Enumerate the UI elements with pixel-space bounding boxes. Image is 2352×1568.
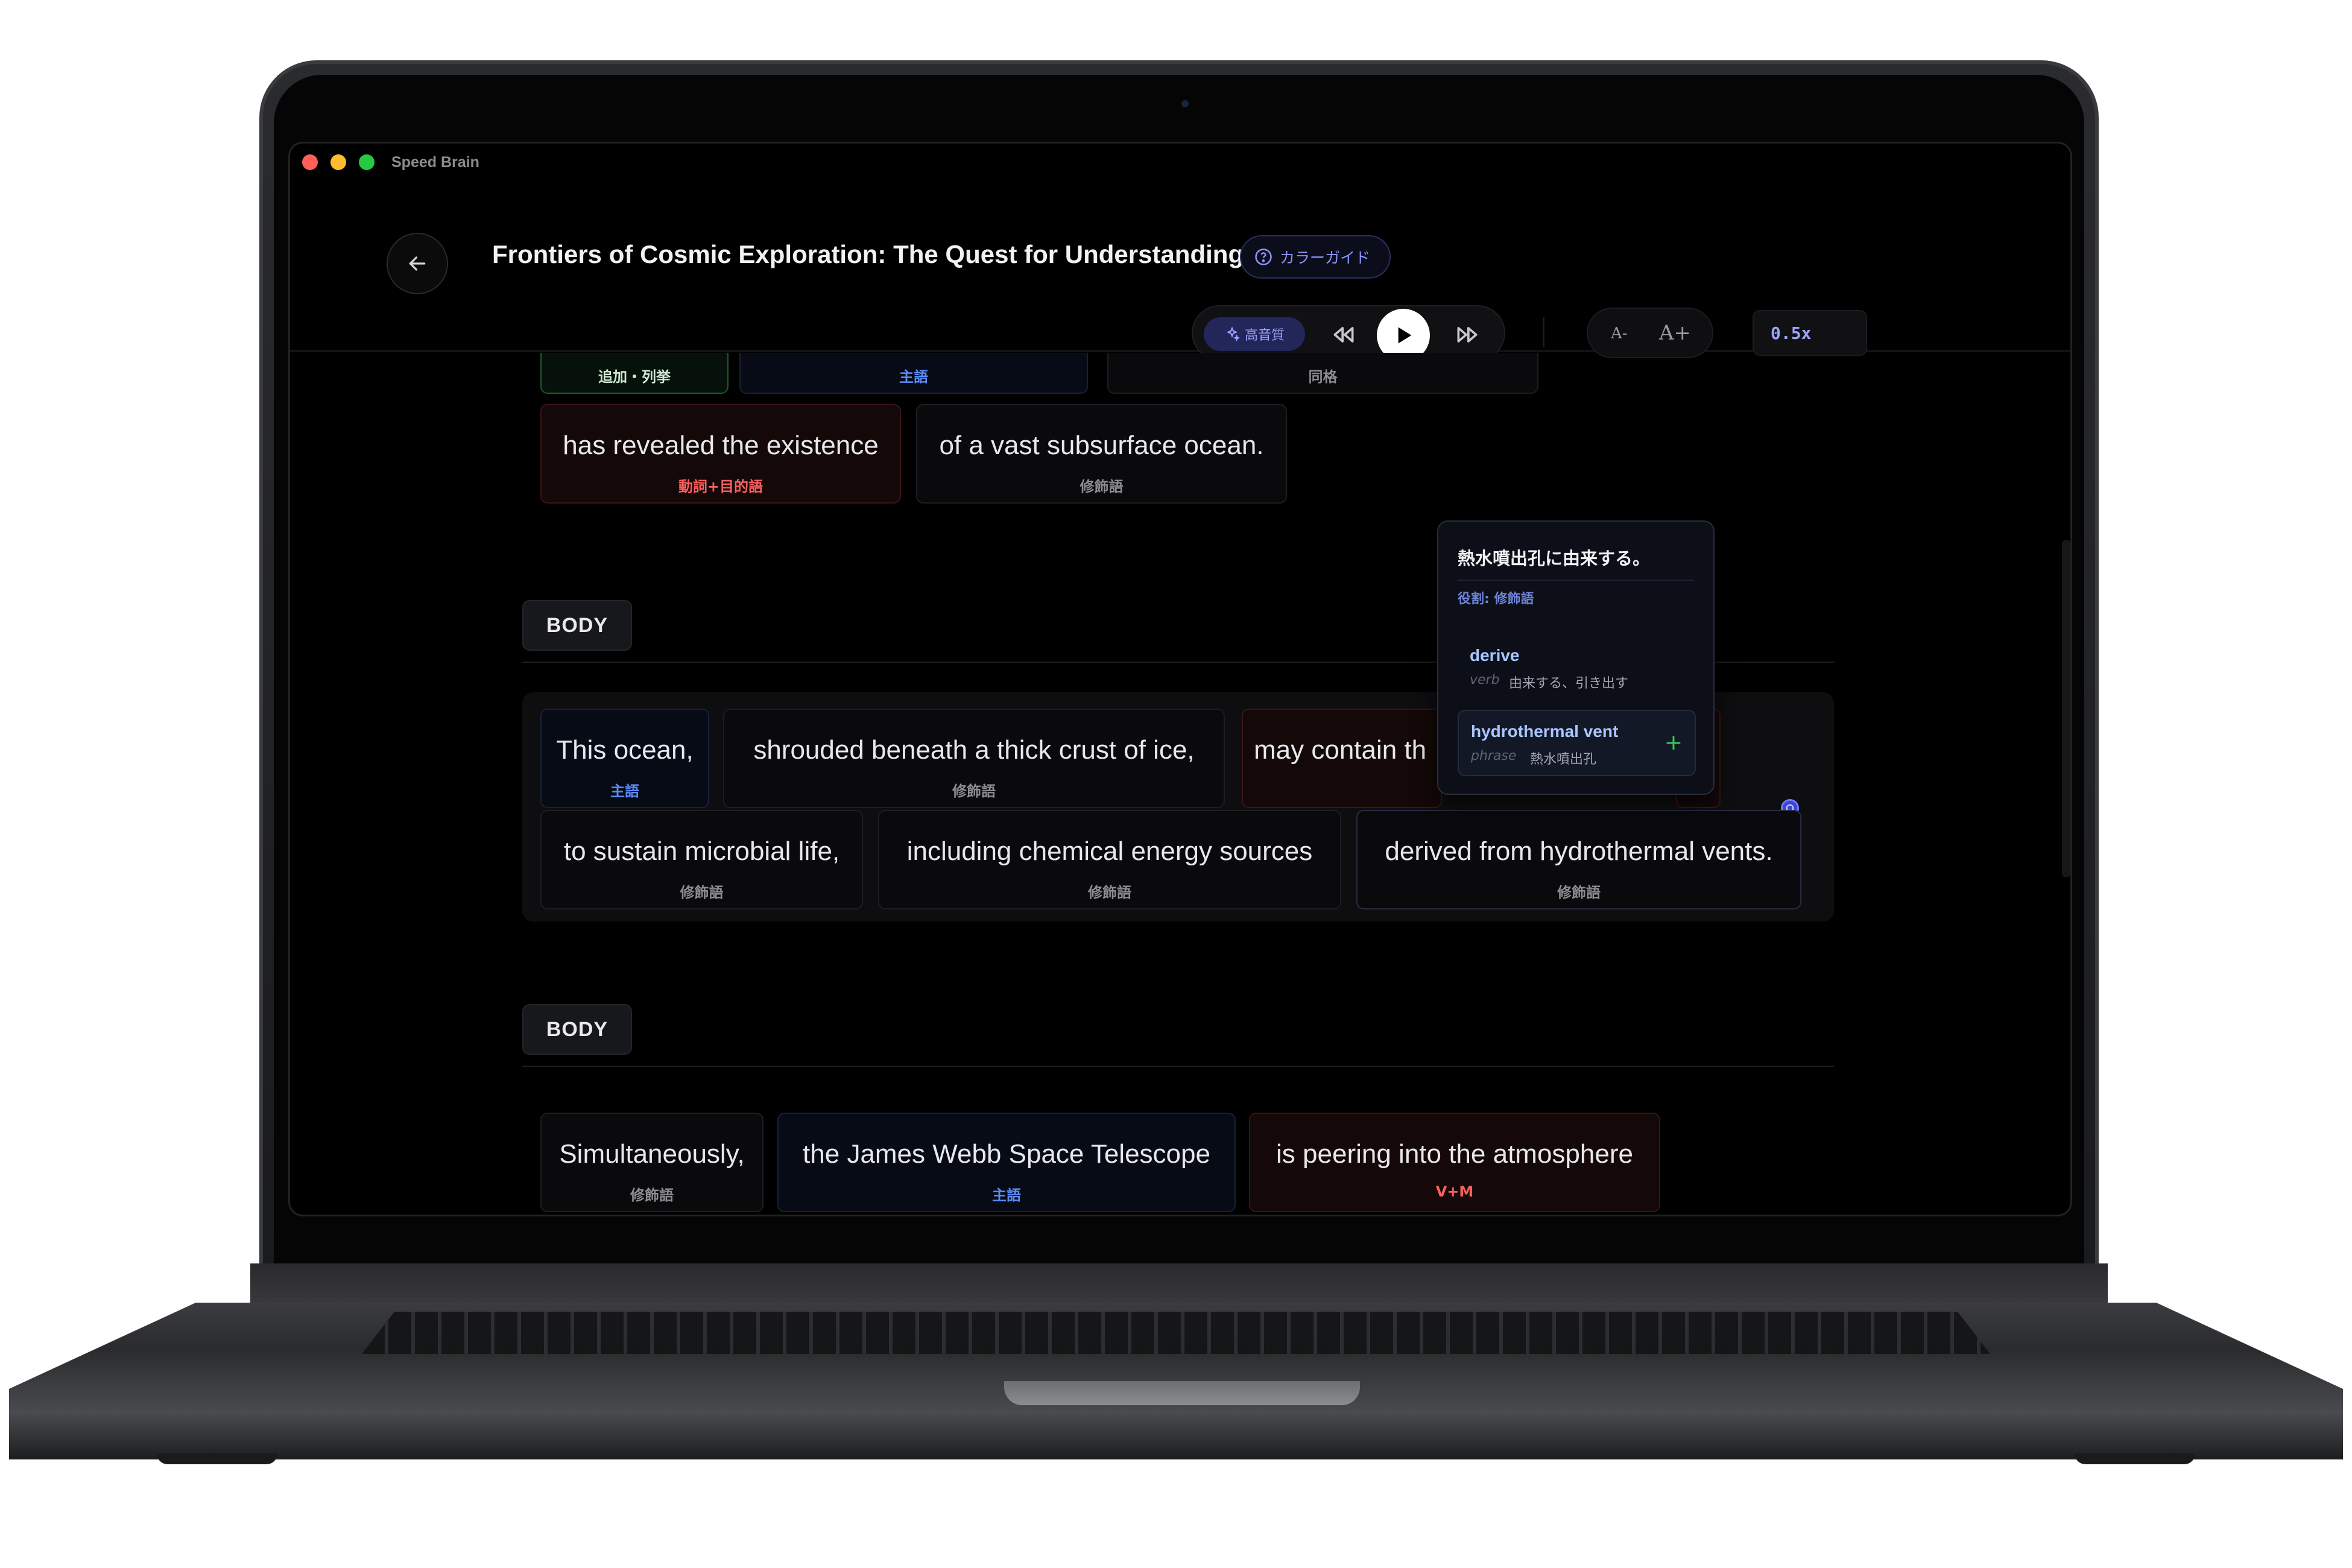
vocab-pos: phrase: [1471, 748, 1517, 763]
font-decrease-button[interactable]: A-: [1611, 324, 1628, 343]
vocab-gloss: 熱水噴出孔: [1530, 752, 1597, 767]
rewind-button[interactable]: [1329, 320, 1359, 350]
chunk-role: 追加・列挙: [598, 368, 671, 385]
add-to-vocab-button[interactable]: +: [1664, 730, 1683, 755]
popover-translation: 熱水噴出孔に由来する。: [1458, 548, 1651, 569]
high-quality-audio-toggle[interactable]: 高音質: [1204, 317, 1305, 351]
question-circle-icon: [1255, 248, 1272, 265]
chunk-role: 修飾語: [952, 783, 996, 800]
chunk-role: 同格: [1308, 368, 1338, 385]
camera-icon: [1181, 100, 1189, 107]
document-title: Frontiers of Cosmic Exploration: The Que…: [492, 240, 1244, 268]
color-guide-button[interactable]: カラーガイド: [1240, 235, 1391, 279]
chunk-text: This ocean,: [556, 735, 694, 765]
chunk[interactable]: has revealed the existence 動詞+目的語: [540, 404, 901, 504]
chunk[interactable]: shrouded beneath a thick crust of ice, 修…: [723, 709, 1225, 808]
chunk-role: V+M: [1435, 1183, 1474, 1200]
chunk-role: 修飾語: [1557, 884, 1601, 901]
reader-content: 追加・列挙 主語 同格 has revealed the existence 動…: [290, 353, 2070, 1215]
laptop-foot: [157, 1453, 277, 1464]
sparkle-icon: [1226, 326, 1240, 342]
chunk[interactable]: is peering into the atmosphere V+M: [1249, 1113, 1660, 1212]
chunk-role: 主語: [610, 783, 639, 800]
chunk-text: the James Webb Space Telescope: [803, 1139, 1210, 1169]
opening-notch: [1004, 1381, 1360, 1405]
vocab-item[interactable]: derive verb 由来する、引き出す: [1458, 635, 1696, 701]
chunk-text: including chemical energy sources: [906, 836, 1313, 866]
rewind-icon: [1333, 327, 1354, 343]
vocab-item[interactable]: hydrothermal vent phrase 熱水噴出孔 +: [1458, 710, 1696, 776]
close-window-button[interactable]: [302, 154, 318, 170]
keyboard: [362, 1312, 1990, 1354]
popover-role: 役割: 修飾語: [1458, 592, 1534, 607]
app-window: Speed Brain Frontiers of Cosmic Explorat…: [288, 142, 2072, 1216]
chunk[interactable]: Simultaneously, 修飾語: [540, 1113, 763, 1212]
play-icon: [1398, 327, 1412, 344]
laptop-foot: [2075, 1453, 2195, 1464]
chunk[interactable]: the James Webb Space Telescope 主語: [777, 1113, 1236, 1212]
chunk[interactable]: including chemical energy sources 修飾語: [878, 810, 1341, 909]
toolbar-divider: [1543, 317, 1544, 347]
fast-forward-icon: [1457, 327, 1478, 343]
chunk-role: 修飾語: [1088, 884, 1131, 901]
high-quality-label: 高音質: [1244, 328, 1285, 343]
playback-speed-selector[interactable]: 0.5x: [1753, 310, 1867, 356]
font-increase-button[interactable]: A+: [1659, 321, 1691, 345]
vocab-pos: verb: [1470, 672, 1500, 688]
chunk[interactable]: derived from hydrothermal vents. 修飾語: [1356, 810, 1801, 909]
chunk-text: Simultaneously,: [559, 1139, 745, 1169]
playback-speed-value: 0.5x: [1771, 323, 1812, 343]
title-bar: Speed Brain: [290, 144, 2070, 180]
chunk-text: shrouded beneath a thick crust of ice,: [753, 735, 1195, 765]
chunk[interactable]: 主語: [739, 353, 1088, 394]
arrow-left-icon: [409, 256, 426, 271]
translation-popover: 熱水噴出孔に由来する。 役割: 修飾語 derive verb 由来する、引き出…: [1437, 520, 1715, 795]
section-label-text: BODY: [546, 613, 609, 637]
fast-forward-button[interactable]: [1452, 320, 1482, 350]
chunk-role: 修飾語: [680, 884, 724, 901]
chunk-role: 修飾語: [630, 1187, 674, 1204]
chunk-text: is peering into the atmosphere: [1276, 1139, 1633, 1169]
chunk[interactable]: to sustain microbial life, 修飾語: [540, 810, 863, 909]
chunk-text: of a vast subsurface ocean.: [939, 431, 1264, 460]
minimize-window-button[interactable]: [330, 154, 346, 170]
font-size-controls: A- A+: [1587, 308, 1713, 358]
scrollbar[interactable]: [2062, 540, 2070, 877]
chunk-role: 修飾語: [1080, 478, 1124, 495]
section-label: BODY: [522, 1004, 632, 1055]
chunk[interactable]: may contain th: [1242, 709, 1442, 808]
chunk-role: 主語: [899, 368, 928, 385]
chunk[interactable]: of a vast subsurface ocean. 修飾語: [916, 404, 1287, 504]
section-divider: [522, 1066, 1834, 1067]
chunk[interactable]: 追加・列挙: [540, 353, 729, 394]
vocab-word: derive: [1470, 646, 1520, 665]
back-button[interactable]: [387, 233, 448, 294]
chunk-role: 主語: [992, 1187, 1021, 1204]
laptop-hinge: [250, 1263, 2108, 1306]
reader-header: Frontiers of Cosmic Exploration: The Que…: [290, 180, 2070, 362]
chunk-text: has revealed the existence: [563, 431, 879, 460]
chunk[interactable]: This ocean, 主語: [540, 709, 709, 808]
section-label: BODY: [522, 600, 632, 651]
chunk-text: may contain th: [1254, 735, 1427, 765]
chunk-role: 動詞+目的語: [678, 478, 763, 495]
chunk[interactable]: 同格: [1107, 353, 1538, 394]
zoom-window-button[interactable]: [359, 154, 375, 170]
chunk-text: to sustain microbial life,: [563, 836, 840, 866]
section-label-text: BODY: [546, 1017, 609, 1041]
vocab-word: hydrothermal vent: [1471, 722, 1619, 741]
app-name: Speed Brain: [391, 154, 479, 171]
popover-divider: [1458, 580, 1694, 581]
color-guide-label: カラーガイド: [1280, 249, 1371, 267]
vocab-gloss: 由来する、引き出す: [1509, 676, 1629, 691]
chunk-text: derived from hydrothermal vents.: [1385, 836, 1773, 866]
